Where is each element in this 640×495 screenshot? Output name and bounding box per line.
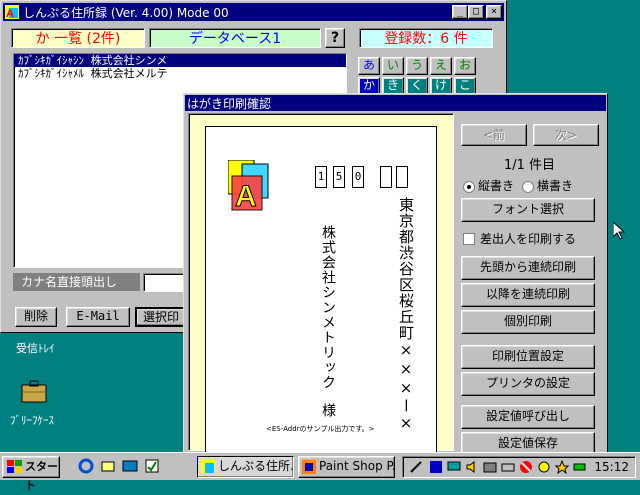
horizontal-label: 横書き (537, 179, 574, 193)
recipient-address: 東京都渋谷区桜丘町×××ー× (397, 197, 415, 433)
postcard-print-dialog: はがき印刷確認 A 1 5 0 東京都渋谷区桜丘町×××ー× 株式会社シンメトリ… (183, 93, 608, 455)
checkbox-box-icon (463, 232, 475, 245)
kana-button-o[interactable]: お (454, 57, 476, 75)
taskbar: スタート しんぷる住所... Paint Shop P... 15:12 (0, 452, 640, 492)
print-position-button[interactable]: 印刷位置設定 (461, 345, 595, 369)
outlook-icon[interactable] (100, 458, 116, 474)
paintshop-icon (302, 460, 316, 474)
record-count: 登録数：6 件 (359, 28, 493, 48)
minimize-button[interactable]: _ (452, 5, 468, 19)
zip-digit: 1 (315, 166, 327, 188)
svg-text:A: A (6, 8, 14, 19)
kana-search-input[interactable] (143, 273, 185, 292)
monitor-icon[interactable] (447, 460, 461, 474)
clock: 15:12 (594, 460, 629, 474)
dialog-title: はがき印刷確認 (187, 96, 272, 111)
kana-button-e[interactable]: え (430, 57, 452, 75)
logo-icon: A (228, 160, 269, 212)
no-entry-icon[interactable] (519, 460, 533, 474)
list-header: か 一覧 (2件) (11, 28, 145, 48)
disk-icon[interactable] (501, 460, 515, 474)
radio-dot-icon (522, 180, 535, 193)
vertical-radio[interactable]: 縦書き (463, 177, 514, 194)
font-select-button[interactable]: フォント選択 (461, 198, 595, 222)
dialog-titlebar[interactable]: はがき印刷確認 (185, 95, 606, 111)
network-icon[interactable] (483, 460, 497, 474)
app-icon (201, 460, 215, 474)
windows-logo-icon (7, 460, 22, 473)
help-button[interactable]: ? (325, 28, 345, 48)
select-print-button[interactable]: 選択印 (135, 307, 187, 327)
ime-icon[interactable] (429, 460, 443, 474)
close-button[interactable]: × (486, 5, 502, 19)
recipient-name: 株式会社シンメトリック (320, 225, 336, 390)
horizontal-radio[interactable]: 横書き (522, 177, 573, 194)
zip-digit: 5 (333, 166, 345, 188)
volume-icon[interactable] (465, 460, 479, 474)
main-title: しんぷる住所録 (Ver. 4.00) Mode 00 (23, 5, 229, 20)
task-paintshop[interactable]: Paint Shop P... (298, 456, 395, 478)
postcard-preview: A 1 5 0 東京都渋谷区桜丘町×××ー× 株式会社シンメトリック 様 <ES… (205, 126, 437, 454)
email-button[interactable]: E-Mail (66, 307, 130, 327)
zip-digit (380, 166, 392, 188)
kana-button-u[interactable]: う (406, 57, 428, 75)
load-settings-button[interactable]: 設定値呼び出し (461, 405, 595, 429)
vertical-label: 縦書き (478, 179, 515, 193)
task-addressbook[interactable]: しんぷる住所... (197, 456, 294, 478)
print-single-button[interactable]: 個別印刷 (461, 310, 595, 334)
start-button[interactable]: スタート (2, 456, 60, 492)
zip-digit: 0 (352, 166, 364, 188)
kana-button-a[interactable]: あ (358, 57, 380, 75)
print-from-start-button[interactable]: 先頭から連続印刷 (461, 256, 595, 280)
list-item[interactable]: ｶﾌﾞｼｷｶﾞｲｼｬﾒﾙ 株式会社メルテ (14, 67, 346, 80)
print-after-button[interactable]: 以降を連続印刷 (461, 283, 595, 307)
channel-icon[interactable] (144, 458, 160, 474)
next-button[interactable]: 次> (533, 124, 599, 146)
postcard-preview-area: A 1 5 0 東京都渋谷区桜丘町×××ー× 株式会社シンメトリック 様 <ES… (188, 113, 454, 454)
briefcase-icon[interactable] (20, 378, 48, 404)
radio-dot-icon (463, 180, 475, 193)
main-titlebar[interactable]: A しんぷる住所録 (Ver. 4.00) Mode 00 _ □ × (3, 3, 504, 21)
list-item[interactable]: ｶﾌﾞｼｷｶﾞｲｼｬｼﾝ 株式会社シンメ (14, 54, 346, 67)
desktop-inbox-label[interactable]: 受信ﾄﾚｲ (16, 340, 55, 356)
delete-button[interactable]: 削除 (15, 307, 57, 327)
app-icon: A (5, 5, 19, 19)
database-name: データベース1 (149, 28, 321, 48)
mouse-cursor-icon (613, 222, 625, 240)
star-icon[interactable] (555, 460, 569, 474)
kana-index: あ い う え お か き く け こ (358, 57, 500, 95)
printer-settings-button[interactable]: プリンタの設定 (461, 372, 595, 396)
system-tray: 15:12 (402, 456, 636, 478)
desktop-icon[interactable] (122, 458, 138, 474)
page-indicator: 1/1 件目 (503, 158, 556, 173)
maximize-button[interactable]: □ (468, 5, 484, 19)
task-addressbook-label: しんぷる住所... (218, 459, 294, 473)
sample-note: <ES-Addrのサンプル出力です。> (266, 425, 375, 433)
ie-icon[interactable] (78, 458, 94, 474)
print-sender-label: 差出人を印刷する (480, 232, 577, 246)
pen-icon[interactable] (409, 460, 423, 474)
recipient-honorific: 様 (320, 403, 336, 418)
kana-search-label: カナ名直接頭出し (13, 273, 140, 291)
task-paintshop-label: Paint Shop P... (319, 459, 395, 473)
briefcase-label[interactable]: ﾌﾞﾘｰﾌｹｰｽ (10, 412, 54, 428)
prev-button[interactable]: <前 (461, 124, 527, 146)
start-label: スタート (25, 460, 58, 492)
kana-button-i[interactable]: い (382, 57, 404, 75)
svg-text:A: A (235, 180, 257, 212)
print-sender-checkbox[interactable]: 差出人を印刷する (463, 230, 576, 247)
zip-digit (396, 166, 408, 188)
satellite-icon[interactable] (537, 460, 551, 474)
battery-icon[interactable] (573, 460, 587, 474)
